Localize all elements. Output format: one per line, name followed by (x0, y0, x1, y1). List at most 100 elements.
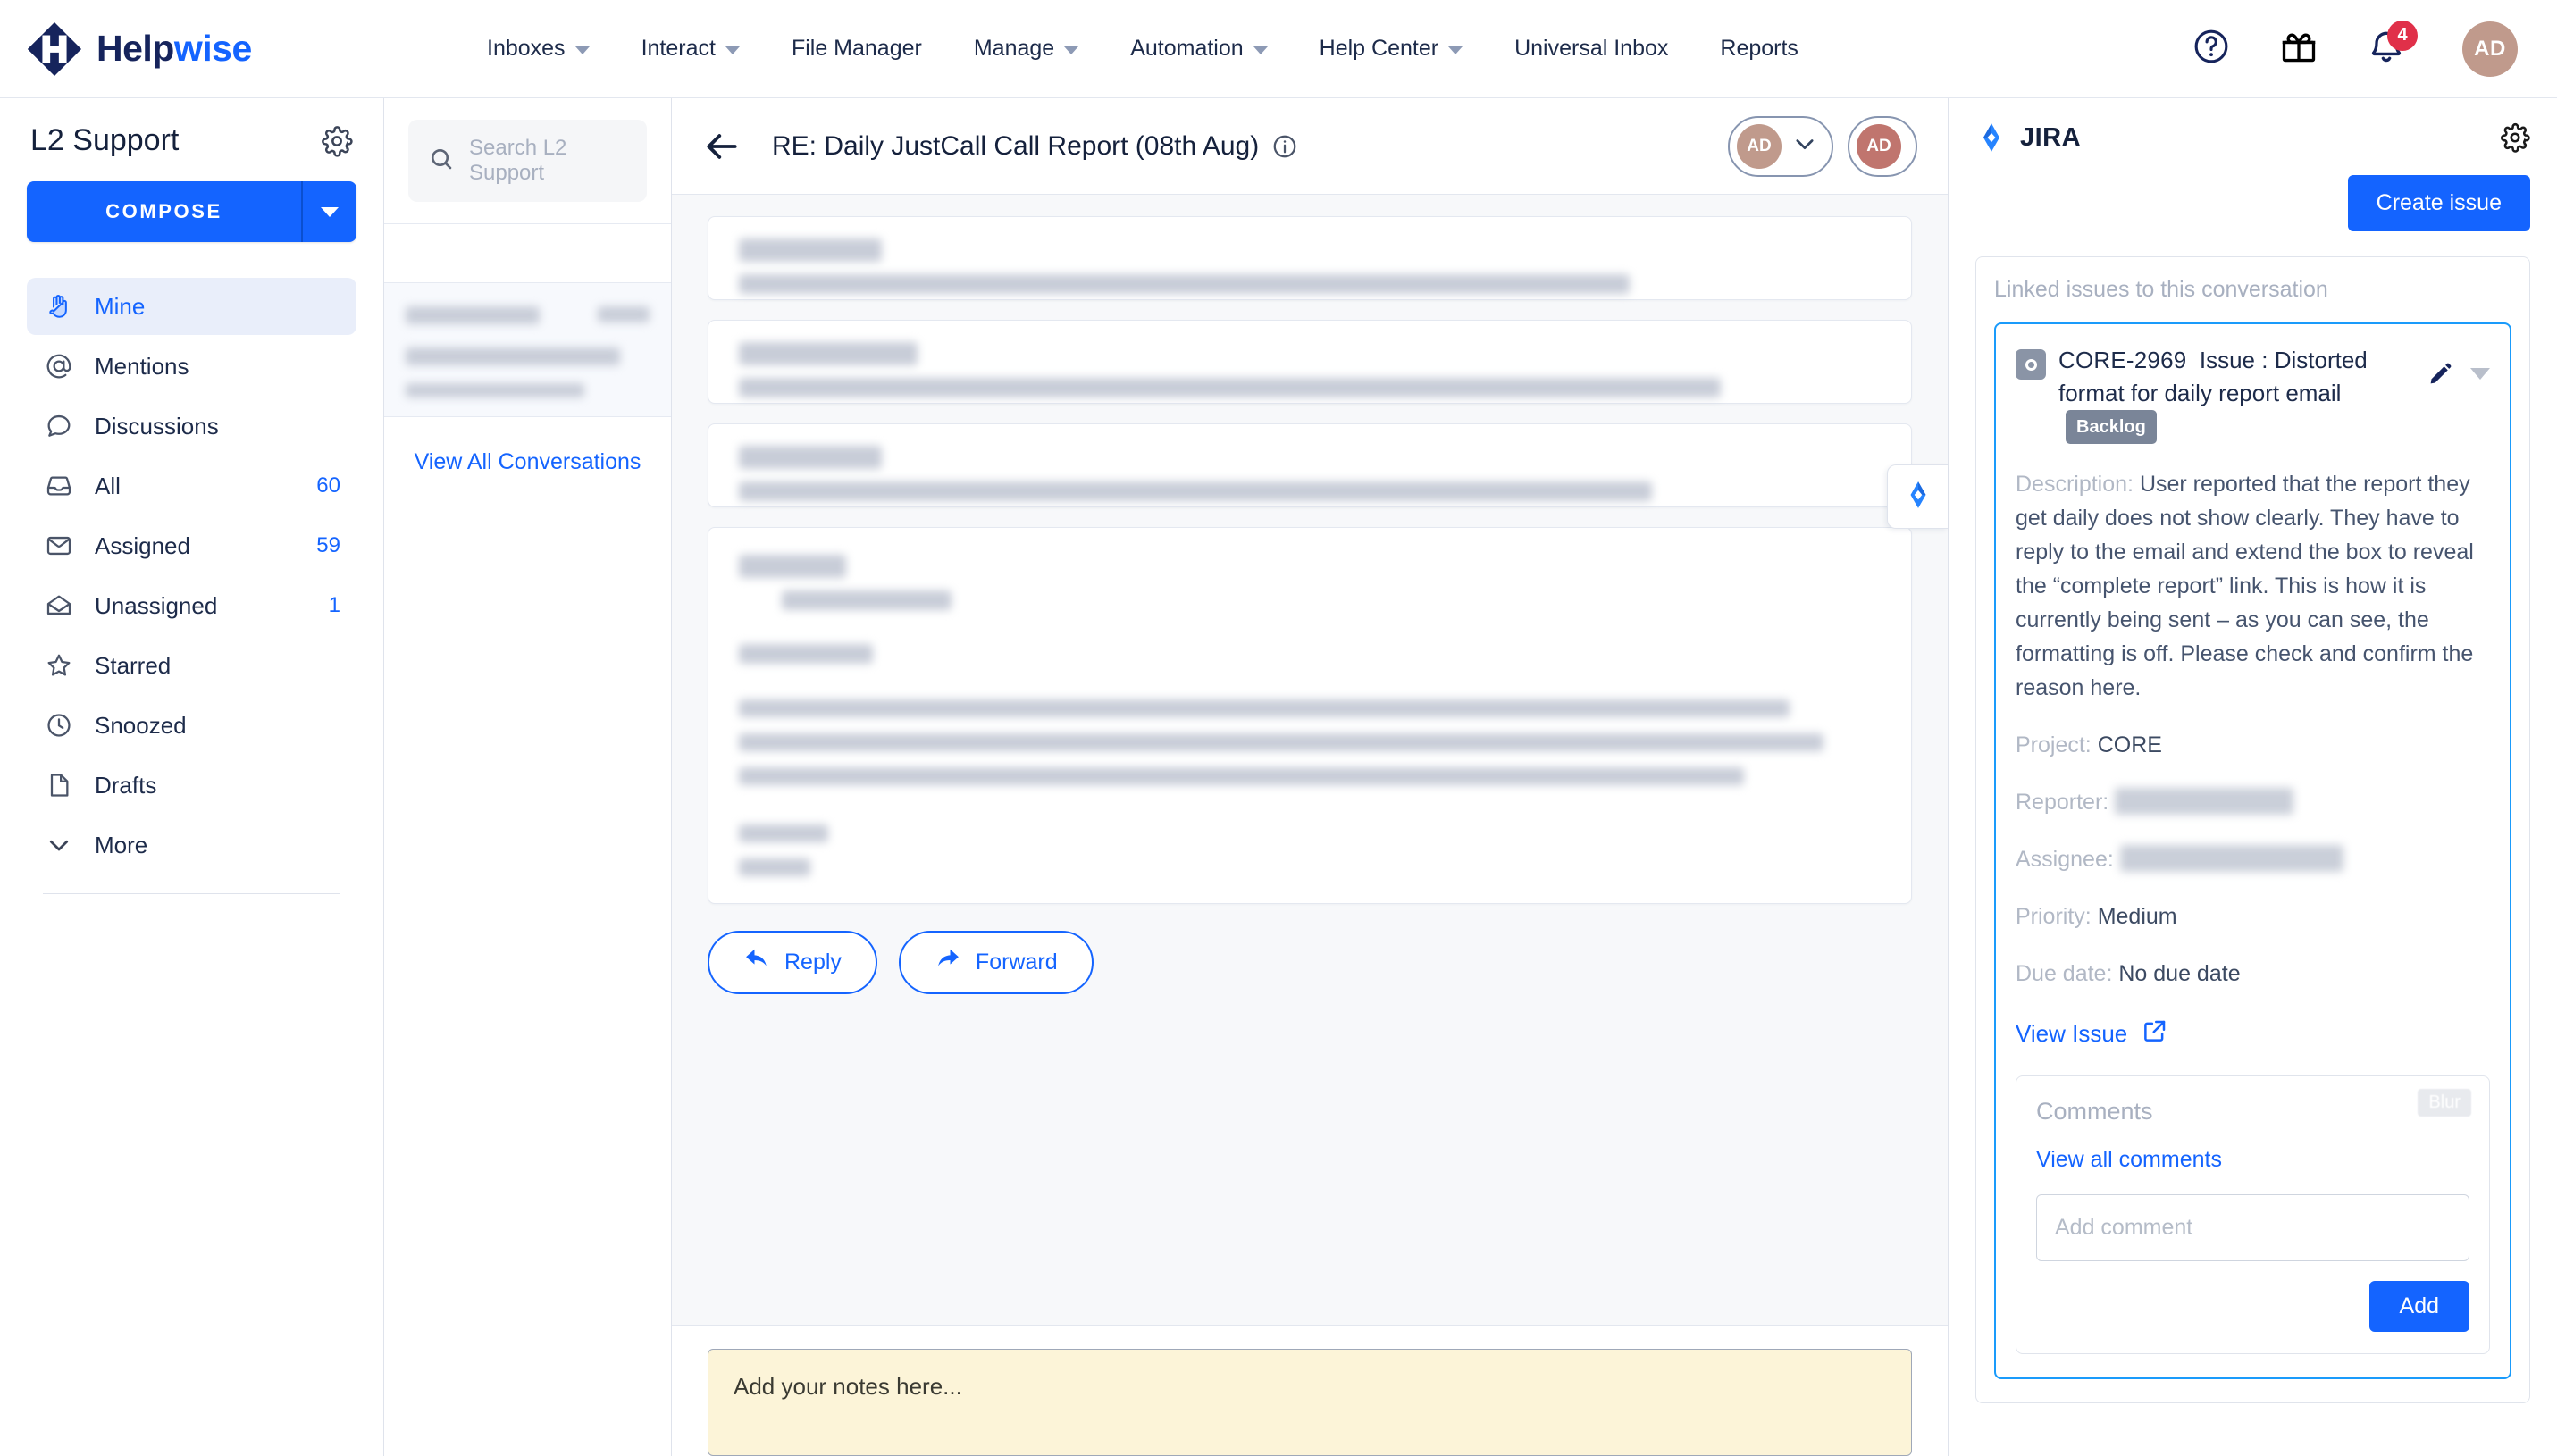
nav-label: Manage (973, 36, 1055, 61)
sidebar-item-more[interactable]: More (27, 816, 356, 874)
add-comment-input[interactable] (2036, 1194, 2469, 1262)
forward-arrow-icon (935, 946, 961, 979)
jira-diamond-icon (1975, 121, 2008, 154)
inbox-settings-gear-icon[interactable] (321, 125, 353, 157)
message-card[interactable] (708, 320, 1912, 404)
sidebar-item-label: Snoozed (95, 711, 187, 739)
gifts-button[interactable] (2278, 29, 2319, 70)
issue-due-date-row: Due date: No due date (2016, 957, 2490, 991)
chevron-down-icon (574, 46, 590, 54)
message-preview-redacted (739, 274, 1630, 294)
forward-button[interactable]: Forward (898, 931, 1094, 994)
external-link-icon (2142, 1017, 2168, 1050)
nav-item-universal-inbox[interactable]: Universal Inbox (1488, 27, 1694, 71)
envelope-open-icon (43, 590, 75, 622)
nav-item-file-manager[interactable]: File Manager (766, 27, 948, 71)
compose-dropdown-toggle[interactable] (301, 181, 356, 242)
sidebar-item-label: Unassigned (95, 591, 218, 619)
assignee-avatar: AD (1737, 123, 1782, 169)
message-card[interactable] (708, 216, 1912, 300)
issue-due-date-value: No due date (2118, 961, 2241, 987)
issue-assignee-label: Assignee: (2016, 847, 2114, 873)
sidebar-item-mine[interactable]: Mine (27, 278, 356, 335)
top-navigation-bar: Helpwise Inboxes Interact File Manager M… (0, 0, 2557, 98)
jira-settings-gear-icon[interactable] (2500, 122, 2530, 153)
thread-header-actions: AD AD (1728, 115, 1917, 177)
view-all-comments-link[interactable]: View all comments (2036, 1147, 2469, 1173)
issue-assignee-row: Assignee: (2016, 842, 2490, 876)
search-placeholder: Search L2 Support (469, 136, 567, 185)
sidebar-item-all[interactable]: All 60 (27, 457, 356, 515)
sidebar-item-count: 59 (316, 533, 340, 557)
help-button[interactable] (2191, 29, 2232, 70)
nav-item-inboxes[interactable]: Inboxes (461, 27, 616, 71)
compose-button[interactable]: COMPOSE (27, 181, 356, 242)
brand-name-primary: Help (96, 28, 174, 69)
search-input[interactable]: Search L2 Support (408, 120, 647, 202)
jira-issue-card[interactable]: CORE-2969 Issue : Distorted format for d… (1994, 322, 2511, 1380)
sidebar-item-assigned[interactable]: Assigned 59 (27, 517, 356, 574)
conversation-list-item[interactable] (384, 283, 671, 417)
nav-item-automation[interactable]: Automation (1104, 27, 1293, 71)
sidebar-item-label: Mentions (95, 352, 189, 380)
nav-item-reports[interactable]: Reports (1694, 27, 1824, 71)
sidebar-item-discussions[interactable]: Discussions (27, 397, 356, 455)
caret-down-icon[interactable] (2470, 367, 2490, 380)
add-comment-button[interactable]: Add (2368, 1281, 2469, 1333)
message-card[interactable] (708, 423, 1912, 507)
nav-label: File Manager (791, 36, 922, 61)
jira-panel-title: JIRA (2020, 122, 2082, 152)
user-avatar[interactable]: AD (2462, 21, 2518, 77)
issue-key[interactable]: CORE-2969 (2058, 347, 2186, 373)
create-issue-button[interactable]: Create issue (2347, 175, 2530, 231)
chevron-down-icon (725, 46, 740, 54)
info-circle-icon[interactable] (1271, 133, 1298, 160)
message-sender-redacted (739, 555, 846, 578)
message-card-expanded[interactable] (708, 527, 1912, 904)
chevron-down-icon (43, 829, 75, 861)
envelope-closed-icon (43, 530, 75, 562)
sidebar-item-snoozed[interactable]: Snoozed (27, 697, 356, 754)
chevron-down-icon (1792, 131, 1817, 161)
notifications-button[interactable]: 4 (2366, 20, 2418, 70)
forward-label: Forward (975, 950, 1058, 975)
app-root: Helpwise Inboxes Interact File Manager M… (0, 0, 2557, 1456)
sidebar-item-mentions[interactable]: Mentions (27, 338, 356, 395)
jira-diamond-icon (1903, 480, 1933, 515)
nav-label: Automation (1130, 36, 1244, 61)
message-action-row: Reply Forward (708, 924, 1912, 1007)
sidebar-item-drafts[interactable]: Drafts (27, 757, 356, 814)
message-sender-redacted (739, 446, 882, 469)
brand-name: Helpwise (96, 28, 252, 70)
brand-logo[interactable]: Helpwise (27, 21, 384, 77)
sidebar-item-unassigned[interactable]: Unassigned 1 (27, 577, 356, 634)
view-all-conversations-link[interactable]: View All Conversations (384, 417, 671, 507)
reply-label: Reply (784, 950, 842, 975)
message-sender-redacted (739, 238, 882, 262)
back-arrow-icon[interactable] (702, 127, 742, 166)
clock-icon (43, 709, 75, 741)
secondary-assignee-selector[interactable]: AD (1848, 115, 1917, 177)
nav-item-help-center[interactable]: Help Center (1294, 27, 1488, 71)
issue-title-group: CORE-2969 Issue : Distorted format for d… (2058, 344, 2415, 445)
jira-sidebar-toggle[interactable] (1887, 464, 1948, 529)
chevron-down-icon (1253, 46, 1268, 54)
top-right-actions: 4 AD (2191, 20, 2518, 77)
message-body-redacted (739, 699, 1790, 717)
thread-title-group: RE: Daily JustCall Call Report (08th Aug… (772, 131, 1298, 162)
assignee-selector[interactable]: AD (1728, 115, 1833, 177)
notification-count-badge: 4 (2387, 20, 2418, 51)
issue-due-date-label: Due date: (2016, 961, 2113, 987)
sidebar-item-label: Mine (95, 292, 146, 320)
reply-button[interactable]: Reply (708, 931, 877, 994)
message-body-redacted (739, 733, 1824, 751)
notes-input[interactable]: Add your notes here... (708, 1349, 1912, 1456)
sidebar-item-starred[interactable]: Starred (27, 637, 356, 694)
view-issue-link[interactable]: View Issue (2016, 1017, 2490, 1050)
pencil-icon[interactable] (2427, 360, 2454, 387)
conversation-subject-redacted (406, 347, 620, 365)
nav-item-interact[interactable]: Interact (616, 27, 766, 71)
conversation-thread-panel: RE: Daily JustCall Call Report (08th Aug… (672, 98, 1948, 1456)
document-icon (43, 769, 75, 801)
nav-item-manage[interactable]: Manage (948, 27, 1104, 71)
